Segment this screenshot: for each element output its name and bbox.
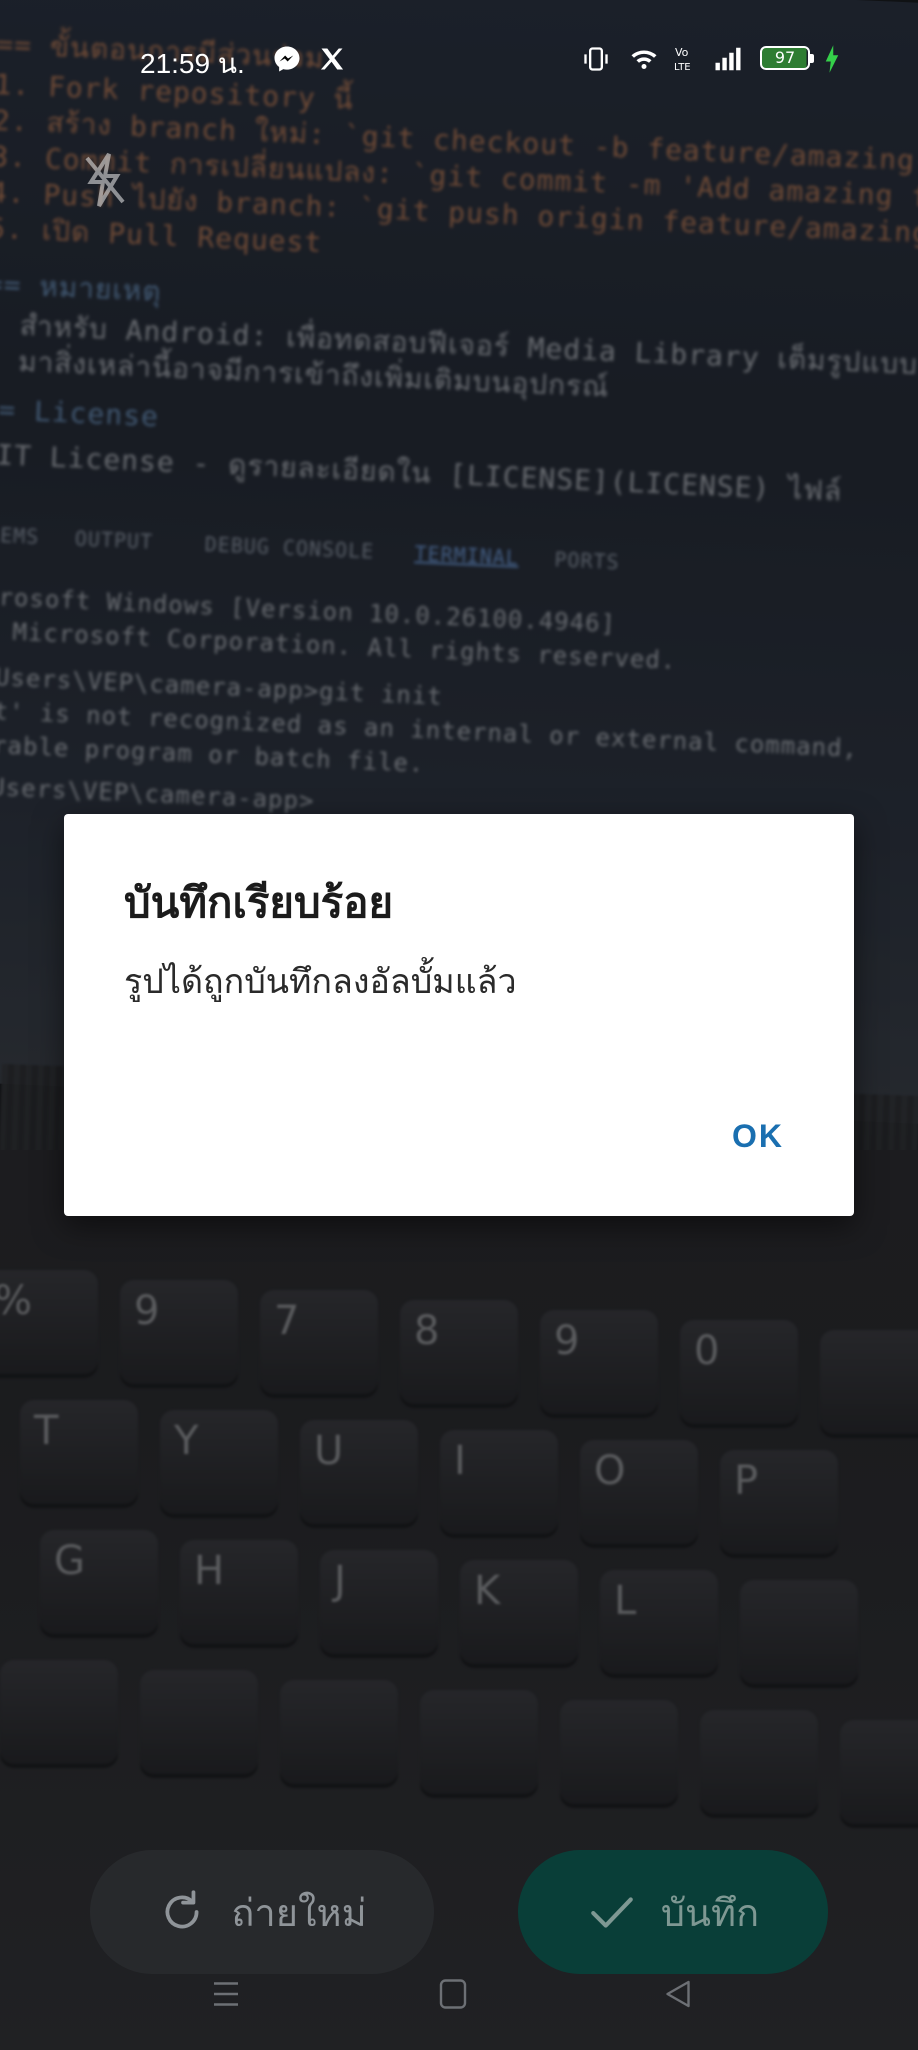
- messenger-icon: [274, 46, 300, 72]
- vibrate-icon: [584, 47, 608, 71]
- signal-icon: [715, 47, 741, 71]
- dialog-title: บันทึกเรียบร้อย: [124, 878, 394, 927]
- battery-level: 97: [774, 48, 796, 67]
- retake-label: ถ่ายใหม่: [231, 1890, 367, 1935]
- battery-indicator: 97: [760, 46, 814, 70]
- svg-text:LTE: LTE: [674, 62, 691, 73]
- flash-off-icon[interactable]: [80, 150, 130, 210]
- back-icon[interactable]: [658, 1976, 698, 2012]
- save-success-dialog: บันทึกเรียบร้อย รูปได้ถูกบันทึกลงอัลบั้ม…: [64, 814, 854, 1216]
- charging-icon: [825, 45, 839, 73]
- svg-text:Vo: Vo: [675, 46, 689, 59]
- retake-button[interactable]: ถ่ายใหม่: [90, 1850, 434, 1974]
- home-icon[interactable]: [433, 1976, 473, 2012]
- clock: 21:59 น.: [140, 48, 245, 79]
- wifi-icon: [631, 50, 657, 69]
- checkmark-icon: [591, 1897, 633, 1928]
- refresh-icon: [165, 1890, 199, 1929]
- recents-menu-icon[interactable]: [206, 1976, 246, 2012]
- status-bar: 21:59 น. Vo LTE 97: [0, 38, 918, 82]
- system-nav-bar: [0, 1964, 918, 2024]
- save-label: บันทึก: [660, 1890, 760, 1935]
- x-icon: [320, 48, 344, 70]
- ok-button[interactable]: OK: [732, 1118, 784, 1155]
- save-button[interactable]: บันทึก: [518, 1850, 828, 1974]
- dialog-message: รูปได้ถูกบันทึกลงอัลบั้มแล้ว: [124, 962, 517, 1002]
- volte-icon: Vo LTE: [674, 46, 691, 73]
